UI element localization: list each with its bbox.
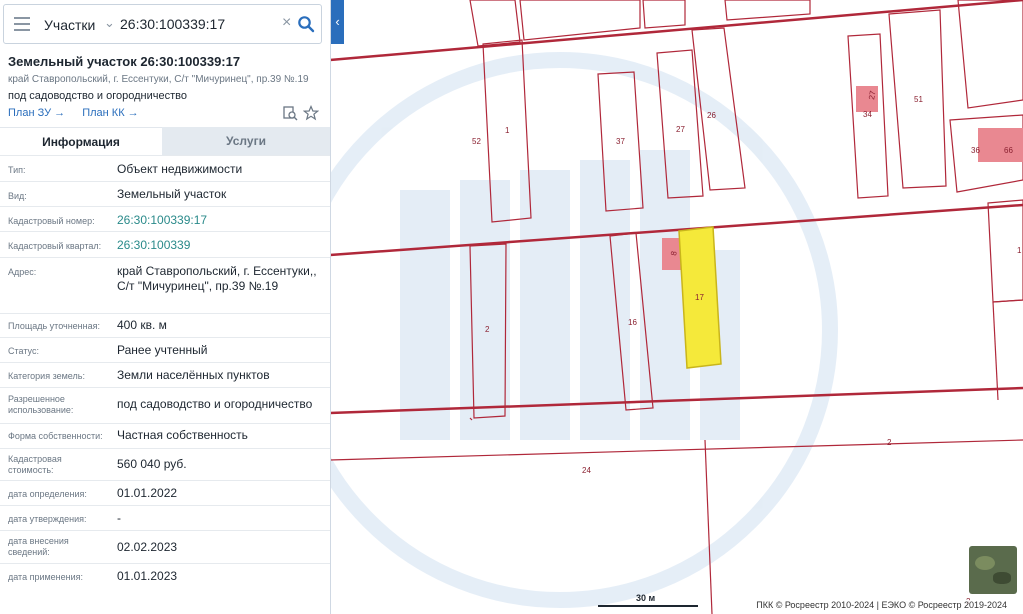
property-row: дата внесения сведений: 02.02.2023: [0, 530, 330, 563]
parcel-address: край Ставропольский, г. Ессентуки, С/т "…: [8, 74, 309, 85]
print-preview-icon[interactable]: [282, 105, 298, 121]
property-label: Кадастровая стоимость:: [8, 454, 62, 475]
property-label: Кадастровый квартал:: [8, 241, 102, 251]
property-value: Частная собственность: [117, 428, 248, 442]
property-row: Вид: Земельный участок: [0, 181, 330, 206]
info-panel: Участки ⌄ × Земельный участок 26:30:1003…: [0, 0, 331, 614]
building-shape: [978, 128, 1023, 162]
property-row: Площадь уточненная: 400 кв. м: [0, 313, 330, 337]
parcel-label: 2: [485, 325, 490, 334]
property-value: под садоводство и огородничество: [117, 397, 313, 411]
property-row: Категория земель: Земли населённых пункт…: [0, 362, 330, 387]
parcel-label: 51: [914, 95, 923, 104]
property-value: край Ставропольский, г. Ессентуки,, С/т …: [117, 264, 317, 293]
search-input[interactable]: [120, 14, 280, 34]
star-icon[interactable]: [303, 105, 319, 121]
parcel-label: 17: [695, 293, 704, 302]
property-label: Статус:: [8, 346, 39, 356]
card-actions: [282, 105, 322, 123]
cadastral-number-link[interactable]: 26:30:100339:17: [117, 213, 327, 228]
property-row: дата определения: 01.01.2022: [0, 480, 330, 505]
property-value: 560 040 руб.: [117, 457, 187, 471]
layer-select[interactable]: Участки: [44, 17, 95, 33]
parcel-label: 16: [628, 318, 637, 327]
property-label: дата утверждения:: [8, 514, 87, 524]
property-value: 01.01.2023: [117, 569, 178, 583]
parcel-label: 2: [887, 438, 892, 447]
property-value: Земли населённых пунктов: [117, 368, 270, 382]
property-value: Земельный участок: [117, 187, 227, 201]
property-label: Площадь уточненная:: [8, 321, 100, 331]
parcel-label: 52: [472, 137, 481, 146]
chevron-down-icon[interactable]: ⌄: [104, 15, 115, 31]
property-row: Кадастровый квартал: 26:30:100339: [0, 231, 330, 257]
property-row: дата применения: 01.01.2023: [0, 563, 330, 593]
property-label: Категория земель:: [8, 371, 85, 381]
property-row: Тип: Объект недвижимости: [0, 155, 330, 181]
parcel-label: 36: [971, 146, 980, 155]
property-value: Объект недвижимости: [117, 162, 243, 176]
property-value: -: [117, 511, 121, 525]
property-value: 01.01.2022: [117, 486, 178, 500]
property-row: Разрешенное использование: под садоводст…: [0, 387, 330, 423]
parcel-label: 1: [505, 126, 510, 135]
property-label: Форма собственности:: [8, 431, 103, 441]
plan-zu-link[interactable]: План ЗУ →: [8, 107, 65, 119]
close-icon[interactable]: ×: [282, 14, 291, 32]
plan-kk-link[interactable]: План КК →: [82, 107, 138, 119]
basemap-switcher[interactable]: [969, 546, 1017, 594]
tab-info[interactable]: Информация: [0, 127, 162, 156]
parcel-label: 27: [676, 125, 685, 134]
property-row: Кадастровая стоимость: 560 040 руб.: [0, 448, 330, 480]
parcel-label: 34: [863, 110, 872, 119]
search-icon[interactable]: [297, 15, 315, 33]
property-row: Кадастровый номер: 26:30:100339:17: [0, 206, 330, 231]
property-row: Статус: Ранее учтенный: [0, 337, 330, 362]
menu-icon[interactable]: [14, 17, 30, 31]
property-value: 02.02.2023: [117, 540, 178, 554]
property-label: дата внесения сведений:: [8, 536, 69, 557]
property-row: дата утверждения: -: [0, 505, 330, 530]
parcel-use: под садоводство и огородничество: [8, 90, 187, 102]
property-value: 400 кв. м: [117, 318, 167, 332]
scale-bar: 30 м: [598, 593, 698, 607]
property-value: Ранее учтенный: [117, 343, 208, 357]
info-tabs: Информация Услуги: [0, 127, 330, 156]
property-label: Разрешенное использование:: [8, 394, 74, 415]
scale-label: 30 м: [636, 593, 656, 603]
map-copyright: ПКК © Росреестр 2010-2024 | ЕЭКО © Росре…: [756, 600, 1007, 610]
parcel-title: Земельный участок 26:30:100339:17: [8, 54, 241, 69]
search-bar: Участки ⌄ ×: [3, 4, 322, 44]
collapse-panel-button[interactable]: ‹: [331, 0, 344, 44]
property-label: Тип:: [8, 165, 26, 175]
property-row: Адрес: край Ставропольский, г. Ессентуки…: [0, 257, 330, 313]
property-label: дата определения:: [8, 489, 87, 499]
parcel-label: 1: [1017, 246, 1022, 255]
parcel-label: 37: [616, 137, 625, 146]
plan-links: План ЗУ → План КК →: [8, 107, 153, 119]
property-label: Адрес:: [8, 267, 37, 277]
property-label: Вид:: [8, 191, 27, 201]
parcel-label: 26: [707, 111, 716, 120]
property-label: дата применения:: [8, 572, 84, 582]
property-label: Кадастровый номер:: [8, 216, 95, 226]
parcel-label: 24: [582, 466, 591, 475]
parcel-label: 66: [1004, 146, 1013, 155]
property-row: Форма собственности: Частная собственнос…: [0, 423, 330, 448]
tab-services[interactable]: Услуги: [162, 127, 330, 155]
cadastral-quarter-link[interactable]: 26:30:100339: [117, 238, 327, 253]
